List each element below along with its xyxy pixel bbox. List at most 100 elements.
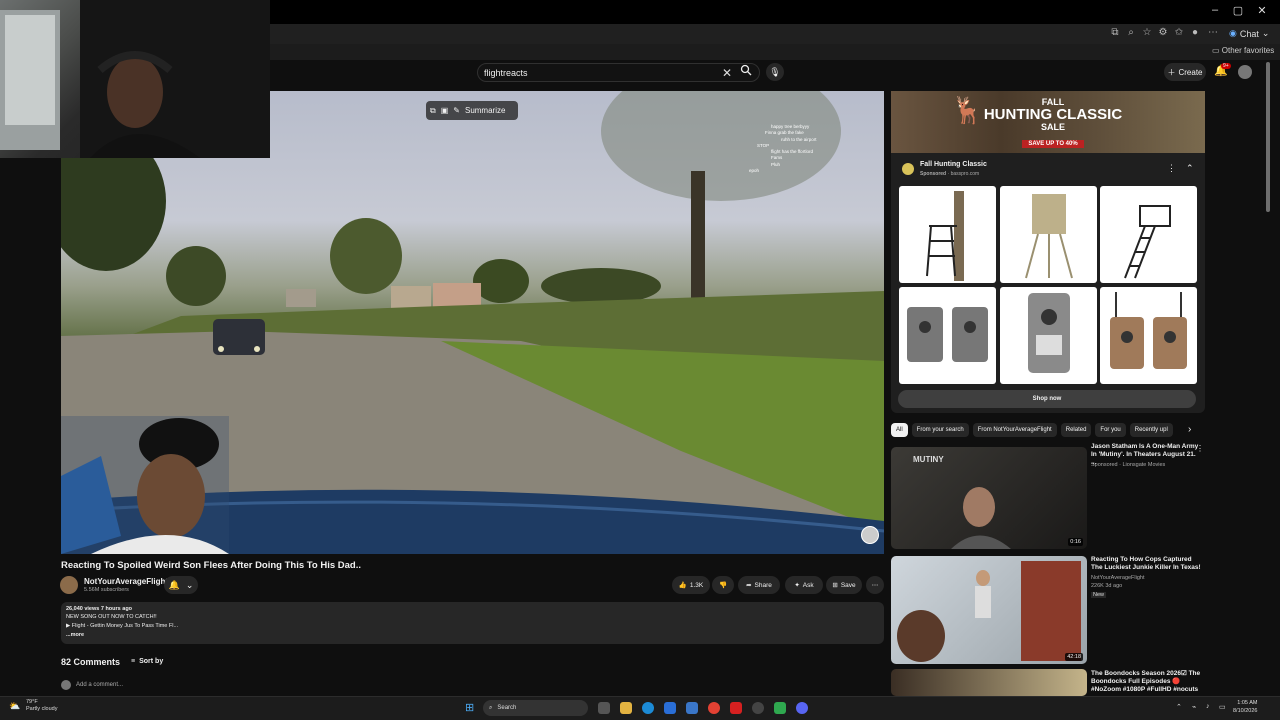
windows-start-icon[interactable]: ⊞ bbox=[465, 701, 474, 714]
ad-more-icon[interactable]: ⋮ bbox=[1167, 163, 1176, 174]
tray-chevron-icon[interactable]: ⌃ bbox=[1176, 703, 1182, 711]
ad-banner[interactable]: FALL HUNTING CLASSIC SALE SAVE UP TO 40%… bbox=[891, 91, 1205, 153]
search-icon: ⌕ bbox=[489, 704, 493, 711]
network-icon[interactable]: ⌁ bbox=[1192, 703, 1196, 711]
chip-all[interactable]: All bbox=[891, 423, 908, 437]
description-line: NEW SONG OUT NOW TO CATCH!! bbox=[66, 614, 157, 620]
clear-search-icon[interactable]: ✕ bbox=[722, 66, 732, 80]
other-favorites-folder[interactable]: ▭ Other favorites bbox=[1212, 46, 1274, 55]
product-feeder[interactable] bbox=[1000, 186, 1097, 283]
product-trail-camera-pair[interactable] bbox=[899, 287, 996, 384]
zoom-icon[interactable]: ⌕ bbox=[1124, 27, 1138, 38]
youtube-app-icon[interactable] bbox=[730, 702, 742, 714]
description-link[interactable]: ▶ Flight - Gettin Money Jus To Pass Time… bbox=[66, 623, 178, 629]
discord-icon[interactable] bbox=[796, 702, 808, 714]
file-explorer-icon[interactable] bbox=[620, 702, 632, 714]
more-actions-button[interactable]: ⋯ bbox=[866, 576, 884, 594]
folder-icon: ▭ bbox=[1212, 46, 1222, 55]
page-scrollbar[interactable] bbox=[1266, 62, 1270, 212]
create-button[interactable]: ＋ Create bbox=[1164, 63, 1206, 81]
ask-label: Ask bbox=[802, 581, 814, 589]
outlook-icon[interactable] bbox=[664, 702, 676, 714]
add-comment-field[interactable]: Add a comment... bbox=[61, 680, 123, 690]
picture-in-picture-icon[interactable]: ⧉ bbox=[430, 106, 436, 116]
banner-offer: SAVE UP TO 40% bbox=[1022, 140, 1084, 148]
chip-related[interactable]: Related bbox=[1060, 423, 1092, 437]
edge-browser-icon[interactable] bbox=[642, 702, 654, 714]
account-avatar[interactable] bbox=[1238, 65, 1252, 79]
system-clock[interactable]: 1:05 AM 8/10/2026 bbox=[1233, 700, 1257, 715]
view-stats: 26,040 views 7 hours ago bbox=[66, 606, 133, 612]
copilot-chat-button[interactable]: ◉ Chat ⌄ bbox=[1225, 26, 1273, 41]
related-more-icon[interactable]: ⋮ bbox=[1196, 444, 1204, 453]
product-ladder-stand[interactable] bbox=[1100, 186, 1197, 283]
volume-icon[interactable]: ♪ bbox=[1206, 703, 1210, 710]
subscribed-button[interactable]: 🔔 ⌄ bbox=[164, 576, 198, 594]
product-tree-stand[interactable] bbox=[899, 186, 996, 283]
close-window-button[interactable]: ✕ bbox=[1250, 4, 1274, 17]
description-box[interactable]: 26,040 views 7 hours ago NEW SONG OUT NO… bbox=[61, 602, 884, 644]
favorite-star-icon[interactable]: ☆ bbox=[1140, 27, 1154, 38]
channel-watermark-icon[interactable] bbox=[861, 526, 879, 544]
battery-icon[interactable]: ▭ bbox=[1219, 703, 1226, 711]
related-thumbnail[interactable]: MUTINY 0:16 bbox=[891, 447, 1087, 549]
voice-search-icon[interactable]: 🎙 bbox=[766, 63, 784, 81]
weather-icon: ⛅ bbox=[9, 701, 21, 711]
related-thumbnail[interactable]: 42:18 bbox=[891, 556, 1087, 664]
chrome-icon[interactable] bbox=[708, 702, 720, 714]
sort-comments-button[interactable]: ≡ Sort by bbox=[131, 658, 163, 665]
notification-count-badge: 9+ bbox=[1221, 63, 1231, 69]
search-icon[interactable] bbox=[738, 64, 754, 80]
chip-from-your-search[interactable]: From your search bbox=[911, 423, 969, 437]
share-button[interactable]: ➦ Share bbox=[738, 576, 780, 594]
shop-now-button[interactable]: Shop now bbox=[898, 390, 1196, 408]
minimize-button[interactable]: – bbox=[1203, 4, 1227, 16]
profile-icon[interactable]: ● bbox=[1188, 27, 1202, 38]
chip-recently-uploaded[interactable]: Recently upl bbox=[1129, 423, 1173, 437]
ask-button[interactable]: ✦ Ask bbox=[785, 576, 823, 594]
search-input[interactable]: flightreacts bbox=[477, 63, 760, 82]
dislike-button[interactable]: 👎 bbox=[712, 576, 734, 594]
channel-avatar[interactable] bbox=[60, 576, 78, 594]
favorites-icon[interactable]: ✩ bbox=[1172, 27, 1186, 38]
bell-icon: 🔔 bbox=[168, 579, 180, 590]
like-button[interactable]: 👍 1.3K bbox=[672, 576, 710, 594]
obs-icon[interactable] bbox=[752, 702, 764, 714]
ad-title[interactable]: Fall Hunting Classic bbox=[920, 161, 987, 168]
clock-date: 8/10/2026 bbox=[1233, 707, 1258, 714]
product-cellular-camera[interactable] bbox=[1000, 287, 1097, 384]
streamer-cam-overlay bbox=[61, 416, 229, 554]
chip-from-channel[interactable]: From NotYourAverageFlight bbox=[972, 423, 1057, 437]
save-button[interactable]: ⊞ Save bbox=[826, 576, 862, 594]
product-trail-camera-brown[interactable] bbox=[1100, 287, 1197, 384]
chat-label: Chat bbox=[1239, 28, 1259, 39]
copilot-icon: ◉ bbox=[1229, 28, 1237, 38]
app-available-icon[interactable]: ⧉ bbox=[1108, 27, 1122, 38]
more-icon[interactable]: ⋯ bbox=[1206, 27, 1220, 38]
summarize-button[interactable]: ⧉ ▣ ✎ Summarize bbox=[426, 101, 518, 120]
spotify-icon[interactable] bbox=[774, 702, 786, 714]
taskbar-search[interactable]: ⌕ Search bbox=[483, 700, 588, 716]
extensions-icon[interactable]: ⚙ bbox=[1156, 27, 1170, 38]
chips-next-chevron-icon[interactable]: › bbox=[1188, 424, 1191, 435]
sparkle-icon: ✦ bbox=[794, 582, 800, 589]
collapse-chevron-icon[interactable]: ⌃ bbox=[1186, 163, 1194, 174]
show-more-link[interactable]: ...more bbox=[66, 632, 84, 638]
related-channel[interactable]: NotYourAverageFlight bbox=[1091, 575, 1145, 581]
thumbs-up-icon: 👍 bbox=[678, 582, 687, 589]
share-label: Share bbox=[754, 581, 772, 589]
webcam-overlay bbox=[0, 0, 270, 158]
summarize-label: Summarize bbox=[464, 106, 506, 115]
chip-for-you[interactable]: For you bbox=[1095, 423, 1126, 437]
new-badge: New bbox=[1091, 592, 1107, 598]
related-title[interactable]: The Boondocks Season 2026☑ The Boondocks… bbox=[1091, 670, 1205, 696]
maximize-button[interactable]: ▢ bbox=[1226, 4, 1250, 17]
mail-icon[interactable] bbox=[686, 702, 698, 714]
channel-name[interactable]: NotYourAverageFlight bbox=[84, 577, 168, 586]
task-view-icon[interactable] bbox=[598, 702, 610, 714]
chevron-down-icon: ⌄ bbox=[1261, 28, 1270, 38]
screenshot-icon[interactable]: ▣ bbox=[441, 106, 449, 115]
related-title[interactable]: Reacting To How Cops Captured The Luckie… bbox=[1091, 556, 1201, 572]
related-stats: 226K 3d ago bbox=[1091, 583, 1123, 589]
related-thumbnail[interactable] bbox=[891, 669, 1087, 696]
